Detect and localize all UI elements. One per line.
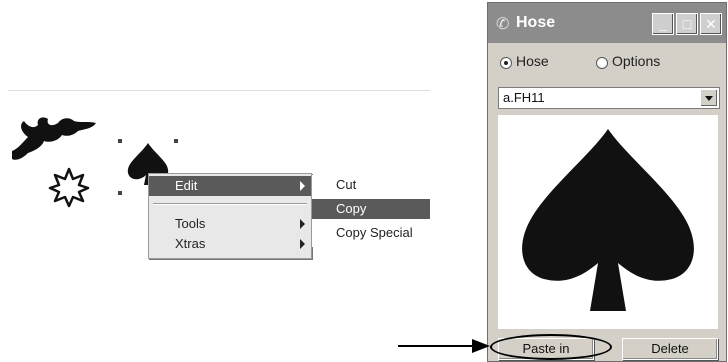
submenu-arrow-icon: [300, 219, 305, 229]
menu-item-label: Cut: [336, 177, 357, 192]
dropdown-button[interactable]: [700, 89, 718, 107]
menu-item-label: Xtras: [175, 236, 206, 251]
hose-select-value: a.FH11: [503, 90, 545, 105]
menu-item-label: Copy: [336, 201, 367, 216]
maximize-icon: □: [682, 16, 692, 32]
menu-item-label: Edit: [175, 178, 198, 193]
callout-arrow-line: [398, 345, 474, 347]
menu-item-label: Copy Special: [336, 225, 413, 240]
spade-icon: [522, 129, 694, 311]
star-flower-artwork-icon[interactable]: [48, 166, 90, 208]
hose-window: ✆ Hose _ □ ✕ Hose Options a.FH11 Paste i…: [487, 2, 727, 362]
hose-select[interactable]: a.FH11: [498, 87, 720, 109]
close-button[interactable]: ✕: [700, 13, 722, 35]
minimize-button[interactable]: _: [652, 13, 674, 35]
chevron-down-icon: [705, 96, 713, 101]
submenu-arrow-icon: [300, 239, 305, 249]
window-titlebar[interactable]: ✆ Hose _ □ ✕: [488, 3, 726, 43]
callout-arrow-icon: [472, 339, 490, 353]
radio-selected-dot: [504, 61, 508, 65]
submenu-arrow-icon: [300, 181, 305, 191]
radio-button[interactable]: [500, 57, 512, 69]
selection-handle[interactable]: [118, 191, 122, 195]
ornament-artwork-icon[interactable]: [8, 111, 100, 166]
radio-label: Options: [612, 53, 661, 69]
radio-label: Hose: [516, 53, 549, 69]
menu-item-copy-special[interactable]: Copy Special: [312, 223, 430, 243]
menu-item-cut[interactable]: Cut: [312, 175, 430, 195]
hose-preview: [498, 115, 718, 329]
delete-button[interactable]: Delete: [622, 338, 718, 360]
minimize-icon: _: [659, 16, 667, 32]
menu-separator: [153, 203, 307, 205]
selection-handle[interactable]: [118, 139, 122, 143]
close-icon: ✕: [705, 16, 717, 32]
menu-item-edit[interactable]: Edit: [149, 176, 311, 196]
edit-submenu: Cut Copy Copy Special: [312, 175, 430, 247]
menu-item-copy[interactable]: Copy: [312, 199, 430, 219]
menu-item-label: Tools: [175, 216, 206, 231]
menu-item-tools[interactable]: Tools: [149, 214, 311, 234]
context-menu: Edit Tools Xtras: [148, 173, 312, 259]
selection-handle[interactable]: [174, 139, 178, 143]
callout-ellipse: [490, 334, 612, 360]
menu-item-xtras[interactable]: Xtras: [149, 234, 311, 254]
maximize-button[interactable]: □: [676, 13, 698, 35]
radio-button[interactable]: [596, 57, 608, 69]
window-title: Hose: [516, 14, 556, 31]
hose-icon: ✆: [496, 16, 510, 33]
